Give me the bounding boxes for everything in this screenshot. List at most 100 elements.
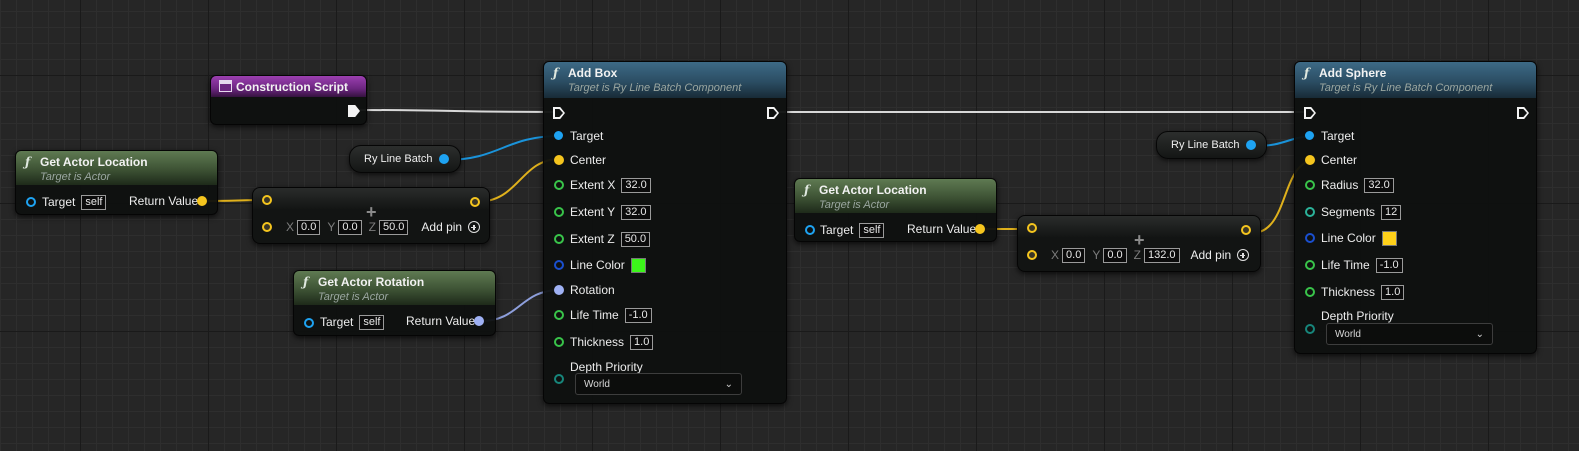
node-header[interactable]: ƒ Add Sphere Target is Ry Line Batch Com…	[1295, 62, 1536, 98]
radius-field[interactable]: 32.0	[1364, 177, 1394, 193]
x-field[interactable]: 0.0	[1062, 247, 1086, 263]
line-color-swatch[interactable]	[630, 257, 646, 273]
depth-priority-label: Depth Priority	[1321, 309, 1394, 323]
node-header[interactable]: ƒ Get Actor Rotation Target is Actor	[294, 271, 495, 305]
center-label: Center	[570, 153, 607, 167]
extent-y-pin[interactable]	[554, 207, 564, 217]
line-color-swatch[interactable]	[1381, 230, 1397, 246]
get-actor-rotation-node[interactable]: ƒ Get Actor Rotation Target is Actor Tar…	[293, 270, 496, 336]
z-label: Z	[368, 220, 376, 234]
add-sphere-node[interactable]: ƒ Add Sphere Target is Ry Line Batch Com…	[1294, 61, 1537, 354]
life-time-field[interactable]: -1.0	[624, 307, 652, 323]
exec-in-pin[interactable]	[553, 107, 565, 119]
plus-circle-icon	[468, 221, 481, 233]
exec-out-pin[interactable]	[348, 105, 360, 117]
center-pin[interactable]	[554, 155, 564, 165]
x-label: X	[286, 220, 295, 234]
chevron-down-icon: ⌄	[1475, 328, 1484, 340]
life-time-label: Life Time	[1321, 258, 1370, 272]
chevron-down-icon: ⌄	[724, 378, 733, 390]
x-field[interactable]: 0.0	[297, 219, 321, 235]
exec-in-pin[interactable]	[1304, 107, 1316, 119]
segments-label: Segments	[1321, 205, 1376, 219]
x-label: X	[1051, 248, 1060, 262]
add-box-node[interactable]: ƒ Add Box Target is Ry Line Batch Compon…	[543, 61, 787, 404]
target-self-field: self	[359, 314, 385, 330]
thickness-field[interactable]: 1.0	[1381, 284, 1405, 300]
thickness-field[interactable]: 1.0	[630, 334, 654, 350]
input-b-pin[interactable]	[262, 222, 272, 232]
z-field[interactable]: 50.0	[378, 219, 409, 235]
extent-x-pin[interactable]	[554, 180, 564, 190]
extent-z-field[interactable]: 50.0	[620, 231, 651, 247]
function-icon: ƒ	[804, 183, 810, 197]
ry-line-batch-label: Ry Line Batch	[364, 153, 433, 165]
object-out-pin[interactable]	[1246, 140, 1256, 150]
life-time-pin[interactable]	[554, 310, 564, 320]
ry-line-batch-node[interactable]: Ry Line Batch	[349, 145, 461, 173]
depth-priority-pin[interactable]	[1305, 324, 1315, 334]
depth-priority-value: World	[584, 378, 610, 390]
depth-priority-pin[interactable]	[554, 374, 564, 384]
target-pin[interactable]	[554, 131, 563, 140]
get-actor-location-node[interactable]: ƒ Get Actor Location Target is Actor Tar…	[794, 178, 997, 242]
target-pin[interactable]	[26, 197, 36, 207]
add-pin-label: Add pin	[1190, 248, 1232, 262]
output-pin[interactable]	[470, 197, 480, 207]
exec-wire-construction-to-addbox	[357, 109, 558, 113]
thickness-pin[interactable]	[554, 337, 564, 347]
z-field[interactable]: 132.0	[1143, 247, 1180, 263]
extent-z-pin[interactable]	[554, 234, 564, 244]
node-title: Get Actor Location	[819, 183, 927, 197]
extent-x-field[interactable]: 32.0	[621, 177, 651, 193]
y-field[interactable]: 0.0	[338, 219, 362, 235]
center-label: Center	[1321, 153, 1358, 167]
segments-field[interactable]: 12	[1381, 204, 1402, 220]
get-actor-location-node[interactable]: ƒ Get Actor Location Target is Actor Tar…	[15, 150, 218, 215]
return-value-label: Return Value	[907, 222, 977, 236]
target-pin[interactable]	[304, 318, 314, 328]
return-value-pin[interactable]	[197, 196, 207, 206]
rotation-pin[interactable]	[554, 285, 564, 295]
node-header[interactable]: ƒ Add Box Target is Ry Line Batch Compon…	[544, 62, 786, 98]
life-time-pin[interactable]	[1305, 260, 1315, 270]
line-color-label: Line Color	[570, 258, 625, 272]
ry-line-batch-node[interactable]: Ry Line Batch	[1156, 131, 1267, 159]
input-a-pin[interactable]	[262, 195, 272, 205]
target-pin[interactable]	[1305, 131, 1314, 140]
node-header[interactable]: ƒ Get Actor Location Target is Actor	[16, 151, 217, 185]
line-color-pin[interactable]	[554, 260, 564, 270]
node-header[interactable]: ƒ Get Actor Location Target is Actor	[795, 179, 996, 213]
input-b-pin[interactable]	[1027, 250, 1037, 260]
function-icon: ƒ	[303, 275, 309, 289]
add-vector-node[interactable]: + X 0.0 Y 0.0 Z 50.0 Add pin	[252, 187, 490, 244]
input-a-pin[interactable]	[1027, 223, 1037, 233]
object-out-pin[interactable]	[439, 154, 449, 164]
construction-script-node[interactable]: Construction Script	[210, 75, 367, 125]
add-pin-button[interactable]: Add pin	[421, 220, 481, 234]
y-field[interactable]: 0.0	[1103, 247, 1127, 263]
add-vector-node[interactable]: + X 0.0 Y 0.0 Z 132.0 Add pin	[1017, 215, 1261, 272]
output-pin[interactable]	[1241, 225, 1251, 235]
return-value-pin[interactable]	[975, 224, 985, 234]
exec-out-pin[interactable]	[767, 107, 779, 119]
target-label: Target	[320, 315, 354, 329]
thickness-label: Thickness	[1321, 285, 1376, 299]
return-value-pin[interactable]	[474, 316, 484, 326]
depth-priority-dropdown[interactable]: World ⌄	[1326, 323, 1493, 345]
depth-priority-value: World	[1335, 328, 1361, 340]
segments-pin[interactable]	[1305, 207, 1315, 217]
target-label: Target	[42, 195, 76, 209]
extent-x-label: Extent X	[570, 178, 616, 192]
add-pin-button[interactable]: Add pin	[1191, 248, 1250, 262]
depth-priority-dropdown[interactable]: World ⌄	[575, 373, 742, 395]
extent-y-field[interactable]: 32.0	[621, 204, 651, 220]
line-color-pin[interactable]	[1305, 233, 1315, 243]
life-time-field[interactable]: -1.0	[1375, 257, 1403, 273]
radius-pin[interactable]	[1305, 180, 1315, 190]
target-pin[interactable]	[805, 225, 815, 235]
thickness-pin[interactable]	[1305, 287, 1315, 297]
center-pin[interactable]	[1305, 155, 1315, 165]
construction-script-header[interactable]: Construction Script	[211, 76, 366, 97]
exec-out-pin[interactable]	[1517, 107, 1529, 119]
